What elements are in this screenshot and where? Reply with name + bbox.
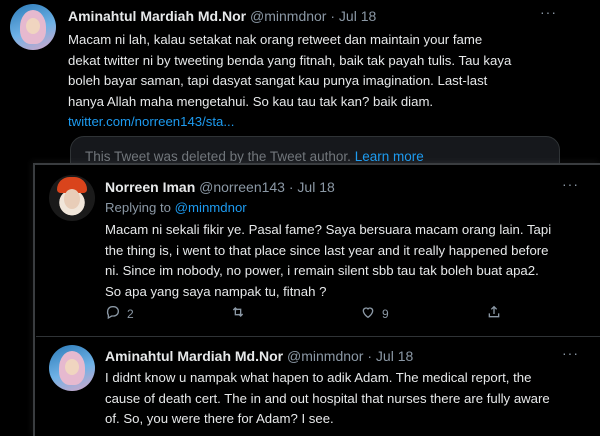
more-icon[interactable]: ··· xyxy=(540,4,557,20)
tweet-actions: 9 xyxy=(360,304,389,323)
avatar-face xyxy=(65,359,79,375)
separator: · xyxy=(330,8,336,24)
tweet-text: Macam ni sekali fikir ye. Pasal fame? Sa… xyxy=(105,220,595,302)
author-name[interactable]: Norreen Iman xyxy=(105,179,195,195)
tweet-text-line: ni. Since im nobody, no power, i remain … xyxy=(105,263,539,278)
tweet-text-line: So apa yang saya nampak tu, fitnah ? xyxy=(105,283,327,299)
divider xyxy=(36,336,600,337)
separator: · xyxy=(288,179,294,195)
avatar[interactable] xyxy=(10,4,56,50)
learn-more-link[interactable]: Learn more xyxy=(355,149,424,164)
tweet-text-line: dekat twitter ni by tweeting benda yang … xyxy=(68,52,512,68)
tweet-date[interactable]: Jul 18 xyxy=(297,179,334,195)
tweet-date[interactable]: Jul 18 xyxy=(339,8,376,24)
separator: · xyxy=(367,348,373,364)
like-count: 9 xyxy=(382,306,389,321)
tweet-text-line: I didnt know u nampak what hapen to adik… xyxy=(105,370,532,385)
avatar[interactable] xyxy=(49,175,95,221)
avatar-face xyxy=(26,18,40,34)
tweet-text: I didnt know u nampak what hapen to adik… xyxy=(105,368,595,430)
tweet-header: Aminahtul Mardiah Md.Nor @minmdnor · Jul… xyxy=(68,8,376,24)
replying-to-label: Replying to xyxy=(105,200,171,215)
tweet-text-line: of. So, you were there for Adam? I see. xyxy=(105,411,334,426)
tweet-actions xyxy=(230,304,252,323)
author-handle[interactable]: @minmdnor xyxy=(287,348,363,364)
tweet-text-line: the thing is, i went to that place since… xyxy=(105,242,549,258)
tweet-header: Aminahtul Mardiah Md.Nor @minmdnor · Jul… xyxy=(105,348,413,364)
tweet-text: Macam ni lah, kalau setakat nak orang re… xyxy=(68,30,588,133)
tweet-date[interactable]: Jul 18 xyxy=(376,348,413,364)
reply-button[interactable]: 2 xyxy=(105,304,134,323)
tweet-actions xyxy=(486,304,502,323)
tweet-header: Norreen Iman @norreen143 · Jul 18 xyxy=(105,179,335,195)
more-icon[interactable]: ··· xyxy=(562,345,579,361)
reply-icon xyxy=(105,304,121,323)
author-handle[interactable]: @minmdnor xyxy=(250,8,326,24)
tweet-text-line: boleh bayar saman, tapi dasyat sangat ka… xyxy=(68,73,488,88)
tweet-text-line: Macam ni lah, kalau setakat nak orang re… xyxy=(68,32,483,47)
tweet-text-line: hanya Allah maha mengetahui. So kau tau … xyxy=(68,93,434,109)
share-button[interactable] xyxy=(486,304,502,323)
author-name[interactable]: Aminahtul Mardiah Md.Nor xyxy=(105,348,283,364)
like-button[interactable]: 9 xyxy=(360,304,389,323)
tweet-link[interactable]: twitter.com/norreen143/sta... xyxy=(68,112,588,133)
avatar[interactable] xyxy=(49,345,95,391)
replying-to: Replying to @minmdnor xyxy=(105,200,247,215)
replying-to-handle[interactable]: @minmdnor xyxy=(175,200,247,215)
deleted-notice: This Tweet was deleted by the Tweet auth… xyxy=(85,149,424,164)
tweet-text-line: cause of death cert. The in and out hosp… xyxy=(105,390,550,406)
more-icon[interactable]: ··· xyxy=(562,176,579,192)
retweet-icon xyxy=(230,304,246,323)
tweet-text-line: Macam ni sekali fikir ye. Pasal fame? Sa… xyxy=(105,222,552,237)
reply-count: 2 xyxy=(127,306,134,321)
avatar-face xyxy=(64,189,80,209)
retweet-button[interactable] xyxy=(230,304,252,323)
author-name[interactable]: Aminahtul Mardiah Md.Nor xyxy=(68,8,246,24)
author-handle[interactable]: @norreen143 xyxy=(199,179,285,195)
share-icon xyxy=(486,304,502,323)
tweet-actions: 2 xyxy=(105,304,134,323)
like-icon xyxy=(360,304,376,323)
deleted-notice-text: This Tweet was deleted by the Tweet auth… xyxy=(85,149,351,164)
